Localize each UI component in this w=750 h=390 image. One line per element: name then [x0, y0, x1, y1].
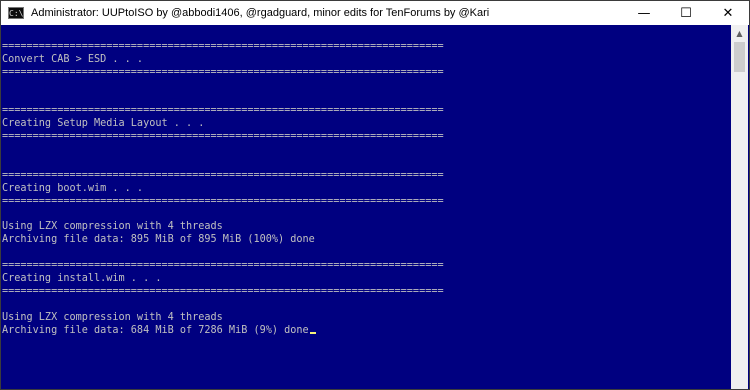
- console-line: ========================================…: [2, 285, 444, 297]
- console-window: C:\ Administrator: UUPtoISO by @abbodi14…: [0, 0, 750, 390]
- console-app-icon[interactable]: C:\: [8, 7, 24, 19]
- console-lines: ========================================…: [1, 25, 732, 337]
- console-line: ========================================…: [2, 105, 444, 117]
- vertical-scrollbar[interactable]: ▲: [731, 25, 748, 389]
- text-cursor: [309, 331, 316, 334]
- close-button[interactable]: ✕: [707, 1, 749, 25]
- console-line: Archiving file data: 684 MiB of 7286 MiB…: [2, 325, 732, 338]
- window-title: Administrator: UUPtoISO by @abbodi1406, …: [31, 7, 490, 19]
- console-line: ========================================…: [2, 131, 444, 143]
- console-line: ========================================…: [2, 66, 444, 78]
- console-line: Using LZX compression with 4 threads: [2, 311, 223, 323]
- console-line: ========================================…: [2, 260, 444, 272]
- console-line: Creating install.wim . . .: [2, 273, 162, 285]
- minimize-button[interactable]: —: [623, 1, 665, 25]
- console-line: ========================================…: [2, 169, 444, 181]
- console-line: ========================================…: [2, 41, 444, 52]
- scroll-up-arrow-icon[interactable]: ▲: [731, 25, 748, 41]
- console-output[interactable]: ========================================…: [1, 25, 732, 389]
- console-line: Creating boot.wim . . .: [2, 182, 144, 194]
- console-line: Using LZX compression with 4 threads: [2, 221, 223, 233]
- scroll-thumb[interactable]: [734, 42, 745, 72]
- title-bar[interactable]: C:\ Administrator: UUPtoISO by @abbodi14…: [1, 1, 749, 25]
- window-controls: — ☐ ✕: [623, 1, 749, 25]
- maximize-button[interactable]: ☐: [665, 1, 707, 25]
- console-line: Archiving file data: 895 MiB of 895 MiB …: [2, 234, 315, 246]
- console-line: ========================================…: [2, 195, 444, 207]
- console-line: Creating Setup Media Layout . . .: [2, 118, 205, 130]
- console-line: Convert CAB > ESD . . .: [2, 53, 144, 65]
